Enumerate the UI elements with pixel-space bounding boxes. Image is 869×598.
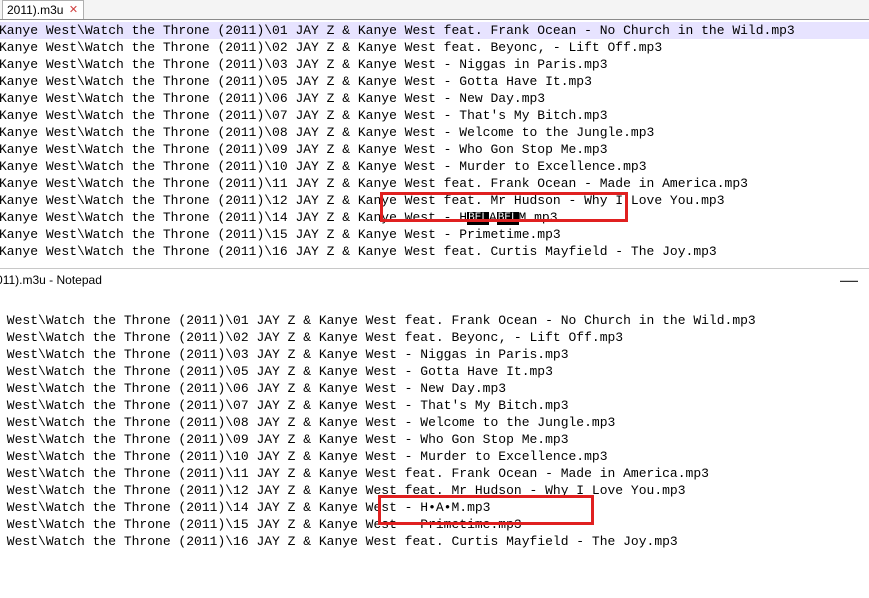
editor-line[interactable]: Z & Kanye West\Watch the Throne (2011)\1… <box>0 209 869 226</box>
minimize-icon[interactable]: — <box>835 273 863 287</box>
editor-line[interactable]: Z & Kanye West\Watch the Throne (2011)\0… <box>0 107 869 124</box>
notepad-line[interactable]: Kanye West\Watch the Throne (2011)\05 JA… <box>0 363 869 380</box>
file-tab[interactable]: 2011).m3u ✕ <box>2 0 84 19</box>
notepad-line[interactable]: Kanye West\Watch the Throne (2011)\06 JA… <box>0 380 869 397</box>
file-tab-label: 2011).m3u <box>7 3 63 17</box>
notepad-line[interactable]: Kanye West\Watch the Throne (2011)\03 JA… <box>0 346 869 363</box>
editor-line[interactable]: Z & Kanye West\Watch the Throne (2011)\1… <box>0 158 869 175</box>
notepad-line[interactable]: Kanye West\Watch the Throne (2011)\08 JA… <box>0 414 869 431</box>
editor-line[interactable]: Z & Kanye West\Watch the Throne (2011)\1… <box>0 192 869 209</box>
notepad-line[interactable]: Kanye West\Watch the Throne (2011)\09 JA… <box>0 431 869 448</box>
notepad-line[interactable]: Kanye West\Watch the Throne (2011)\12 JA… <box>0 482 869 499</box>
notepad-line[interactable]: Kanye West\Watch the Throne (2011)\02 JA… <box>0 329 869 346</box>
notepad-title: one (2011).m3u - Notepad <box>0 273 835 287</box>
editor-line[interactable]: Z & Kanye West\Watch the Throne (2011)\0… <box>0 73 869 90</box>
notepad-line[interactable]: Kanye West\Watch the Throne (2011)\16 JA… <box>0 533 869 550</box>
editor-line[interactable]: Z & Kanye West\Watch the Throne (2011)\0… <box>0 124 869 141</box>
notepad-title-bar[interactable]: one (2011).m3u - Notepad — <box>0 268 869 290</box>
editor-line[interactable]: Z & Kanye West\Watch the Throne (2011)\1… <box>0 175 869 192</box>
notepad-line[interactable]: Kanye West\Watch the Throne (2011)\07 JA… <box>0 397 869 414</box>
editor-line[interactable]: Z & Kanye West\Watch the Throne (2011)\0… <box>0 39 869 56</box>
notepad-line[interactable]: Kanye West\Watch the Throne (2011)\10 JA… <box>0 448 869 465</box>
editor-line[interactable]: Z & Kanye West\Watch the Throne (2011)\0… <box>0 56 869 73</box>
control-char-icon: BEL <box>497 212 519 225</box>
editor-line[interactable]: Z & Kanye West\Watch the Throne (2011)\0… <box>0 90 869 107</box>
notepad-line[interactable]: Kanye West\Watch the Throne (2011)\15 JA… <box>0 516 869 533</box>
close-icon[interactable]: ✕ <box>67 4 79 16</box>
notepad-line[interactable]: Kanye West\Watch the Throne (2011)\11 JA… <box>0 465 869 482</box>
editor-line[interactable]: Z & Kanye West\Watch the Throne (2011)\0… <box>0 22 869 39</box>
editor-line[interactable]: Z & Kanye West\Watch the Throne (2011)\1… <box>0 243 869 260</box>
editor-tabbar: 2011).m3u ✕ <box>0 0 869 20</box>
editor-line[interactable]: Z & Kanye West\Watch the Throne (2011)\1… <box>0 226 869 243</box>
editor-top-pane[interactable]: Z & Kanye West\Watch the Throne (2011)\0… <box>0 20 869 264</box>
notepad-text-area[interactable]: Kanye West\Watch the Throne (2011)\01 JA… <box>0 290 869 550</box>
control-char-icon: BEL <box>467 212 489 225</box>
notepad-line[interactable]: Kanye West\Watch the Throne (2011)\14 JA… <box>0 499 869 516</box>
editor-line[interactable]: Z & Kanye West\Watch the Throne (2011)\0… <box>0 141 869 158</box>
notepad-line[interactable]: Kanye West\Watch the Throne (2011)\01 JA… <box>0 312 869 329</box>
